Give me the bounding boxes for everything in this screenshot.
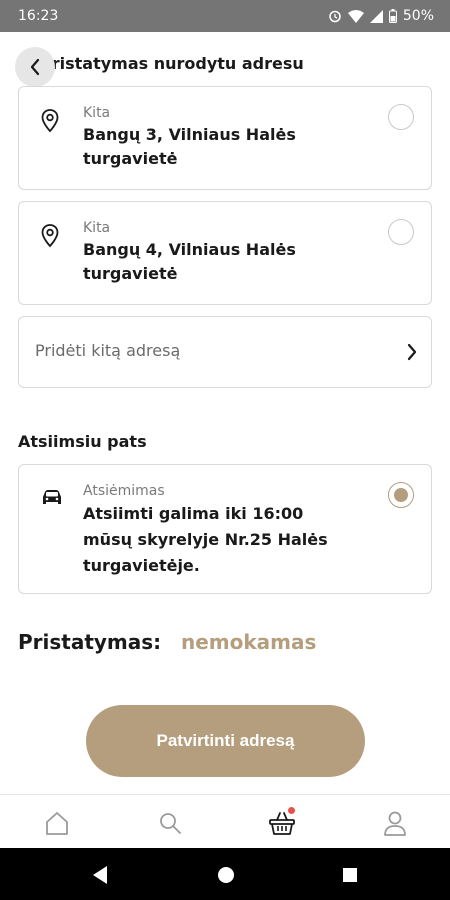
add-address-button[interactable]: Pridėti kitą adresą xyxy=(18,316,432,388)
address-card[interactable]: Kita Bangų 4, Vilniaus Halės turgavietė xyxy=(18,201,432,305)
address-type-label: Kita xyxy=(83,105,111,121)
page-title: Pristatymas nurodytu adresu xyxy=(40,54,304,73)
location-pin-icon xyxy=(41,224,59,248)
address-line: turgavietė xyxy=(83,149,178,168)
home-icon xyxy=(46,812,68,835)
square-recents-icon xyxy=(343,868,357,882)
address-radio[interactable] xyxy=(388,219,414,245)
bottom-tab-bar xyxy=(0,794,450,848)
battery-icon xyxy=(388,9,397,23)
tab-home[interactable] xyxy=(43,809,71,837)
radio-selected-dot xyxy=(394,488,408,502)
address-text: Bangų 3, Vilniaus Halės turgavietė xyxy=(83,123,353,171)
status-bar: 16:23 50% xyxy=(0,0,450,32)
header: Pristatymas nurodytu adresu xyxy=(0,44,450,88)
circle-home-icon xyxy=(218,867,234,883)
delivery-value: nemokamas xyxy=(181,630,317,654)
pickup-card[interactable]: Atsiėmimas Atsiimti galima iki 16:00 mūs… xyxy=(18,464,432,594)
battery-percentage: 50% xyxy=(402,8,434,24)
back-button[interactable] xyxy=(15,47,55,87)
triangle-back-icon xyxy=(93,866,107,884)
confirm-address-button[interactable]: Patvirtinti adresą xyxy=(86,705,365,777)
nav-recents-button[interactable] xyxy=(339,864,361,886)
status-time: 16:23 xyxy=(18,8,59,24)
basket-badge xyxy=(288,807,295,814)
pickup-section-title: Atsiimsiu pats xyxy=(18,432,147,451)
pickup-line: Atsiimti galima iki 16:00 xyxy=(83,504,304,523)
pickup-line: mūsų skyrelyje Nr.25 Halės xyxy=(83,530,328,549)
address-text: Bangų 4, Vilniaus Halės turgavietė xyxy=(83,238,353,286)
address-type-label: Kita xyxy=(83,220,111,236)
location-pin-icon xyxy=(41,109,59,133)
wifi-icon xyxy=(347,9,364,23)
pickup-text: Atsiimti galima iki 16:00 mūsų skyrelyje… xyxy=(83,501,353,579)
alarm-icon xyxy=(329,10,341,23)
address-line: Bangų 3, Vilniaus Halės xyxy=(83,125,296,144)
address-line: Bangų 4, Vilniaus Halės xyxy=(83,240,296,259)
tab-search[interactable] xyxy=(156,809,184,837)
basket-icon xyxy=(269,812,295,835)
delivery-label: Pristatymas: xyxy=(18,630,162,654)
address-radio[interactable] xyxy=(388,104,414,130)
chevron-left-icon xyxy=(30,58,40,76)
nav-home-button[interactable] xyxy=(215,864,237,886)
address-line: turgavietė xyxy=(83,264,178,283)
user-icon xyxy=(384,811,406,836)
chevron-right-icon xyxy=(407,343,417,361)
car-icon xyxy=(43,490,61,504)
pickup-radio[interactable] xyxy=(388,482,414,508)
add-address-label: Pridėti kitą adresą xyxy=(35,341,181,360)
status-icons: 50% xyxy=(328,8,434,24)
pickup-type-label: Atsiėmimas xyxy=(83,483,165,499)
tab-profile[interactable] xyxy=(381,809,409,837)
signal-icon xyxy=(369,9,383,23)
pickup-line: turgavietėje. xyxy=(83,556,200,575)
system-navigation-bar xyxy=(0,848,450,900)
nav-back-button[interactable] xyxy=(89,864,111,886)
address-card[interactable]: Kita Bangų 3, Vilniaus Halės turgavietė xyxy=(18,86,432,190)
search-icon xyxy=(160,813,181,834)
delivery-row: Pristatymas: nemokamas xyxy=(18,630,316,654)
tab-basket[interactable] xyxy=(268,807,296,837)
